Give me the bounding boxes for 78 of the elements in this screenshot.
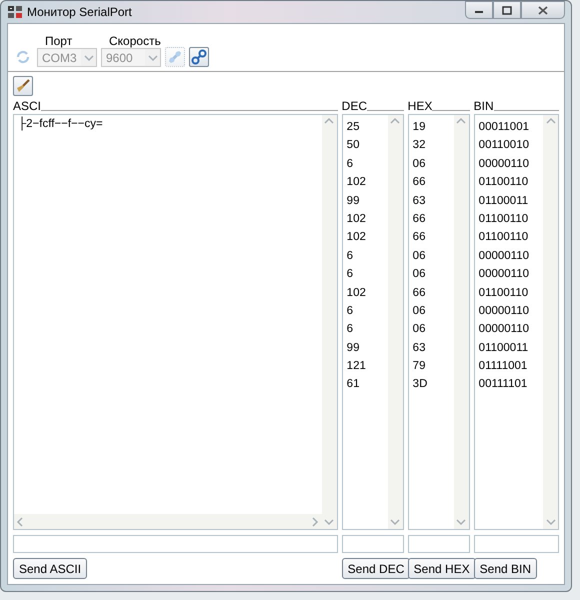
value-line: 00000110 [478, 322, 530, 338]
value-line: 25 [346, 120, 360, 135]
window-title: Монитор SerialPort [27, 5, 132, 19]
value-line: 06 [412, 304, 426, 319]
input-field[interactable] [13, 535, 338, 553]
value-line: 102 [346, 212, 367, 227]
value-line: 99 [346, 194, 360, 209]
value-line: 66 [412, 175, 426, 190]
value-line: 01100110 [478, 175, 530, 190]
value-line: 01100110 [478, 230, 530, 246]
link-icon [191, 49, 207, 65]
value-line: 102 [346, 175, 367, 190]
close-icon [538, 6, 548, 14]
horizontal-scrollbar[interactable] [14, 514, 322, 529]
vertical-scrollbar[interactable] [388, 115, 403, 529]
value-line: 01100110 [478, 286, 530, 301]
value-line: 66 [412, 286, 426, 301]
value-line: 61 [346, 377, 360, 392]
value-line: 01100011 [478, 194, 530, 209]
send-button[interactable]: Send HEX [408, 558, 476, 579]
input-field[interactable] [408, 535, 470, 553]
value-line: 06 [412, 322, 426, 338]
maximize-icon [502, 6, 512, 14]
value-line: 99 [346, 340, 360, 356]
value-line: 01100110 [478, 212, 530, 227]
value-line: 01111001 [478, 359, 528, 374]
send-button[interactable]: Send DEC [342, 558, 410, 579]
value-line: 00000110 [478, 156, 530, 172]
panel-label: HEX [408, 100, 432, 112]
value-line: 00011001 [478, 120, 530, 135]
value-line: 19 [412, 120, 426, 135]
value-line: 00000110 [478, 267, 530, 282]
panel-label: DEC [342, 100, 368, 112]
brush-icon [15, 78, 31, 94]
value-line: 102 [346, 286, 367, 301]
value-line: 3D [412, 377, 428, 392]
panel-label: BIN [474, 100, 494, 112]
app-icon [7, 4, 23, 20]
value-line: 06 [412, 267, 426, 282]
clear-button[interactable] [13, 76, 33, 96]
close-button[interactable] [521, 1, 565, 19]
value-line: 00000110 [478, 248, 530, 264]
value-line: 66 [412, 230, 426, 246]
value-line: 63 [412, 340, 426, 356]
value-line: 6 [346, 156, 354, 172]
value-line: 00111101 [478, 377, 528, 392]
value-line: 06 [412, 248, 426, 264]
field-label: Порт [44, 34, 74, 48]
value-line: 50 [346, 138, 360, 154]
send-button[interactable]: Send BIN [474, 558, 538, 579]
value-line: 6 [346, 304, 354, 319]
value-line: 00000110 [478, 304, 530, 319]
input-field[interactable] [342, 535, 404, 553]
vertical-scrollbar[interactable] [454, 115, 469, 529]
value-line: 6 [346, 248, 354, 264]
value-line: 102 [346, 230, 367, 246]
value-line: 01100011 [478, 340, 530, 356]
minimize-button[interactable] [465, 1, 493, 19]
field-label: Скорость [108, 34, 161, 48]
value-line: 79 [412, 359, 426, 374]
vertical-scrollbar[interactable] [322, 115, 337, 529]
value-line: 63 [412, 194, 426, 209]
vertical-scrollbar[interactable] [543, 115, 558, 529]
value-line: 121 [346, 359, 367, 374]
refresh-icon [15, 49, 31, 65]
input-field[interactable] [474, 535, 559, 553]
value-line: 32 [412, 138, 426, 154]
value-line: 6 [346, 267, 354, 282]
plug-icon [167, 49, 183, 65]
value-line: 06 [412, 156, 426, 172]
value-line: 00110010 [478, 138, 530, 154]
panel-label: ASCI [13, 100, 42, 112]
maximize-button[interactable] [493, 1, 521, 19]
value-line: 66 [412, 212, 426, 227]
disconnect-button[interactable] [189, 47, 209, 67]
ascii-text: ├2−fcff−−f−−cy= [17, 116, 104, 132]
send-button[interactable]: Send ASCII [13, 558, 88, 579]
value-line: 6 [346, 322, 354, 338]
